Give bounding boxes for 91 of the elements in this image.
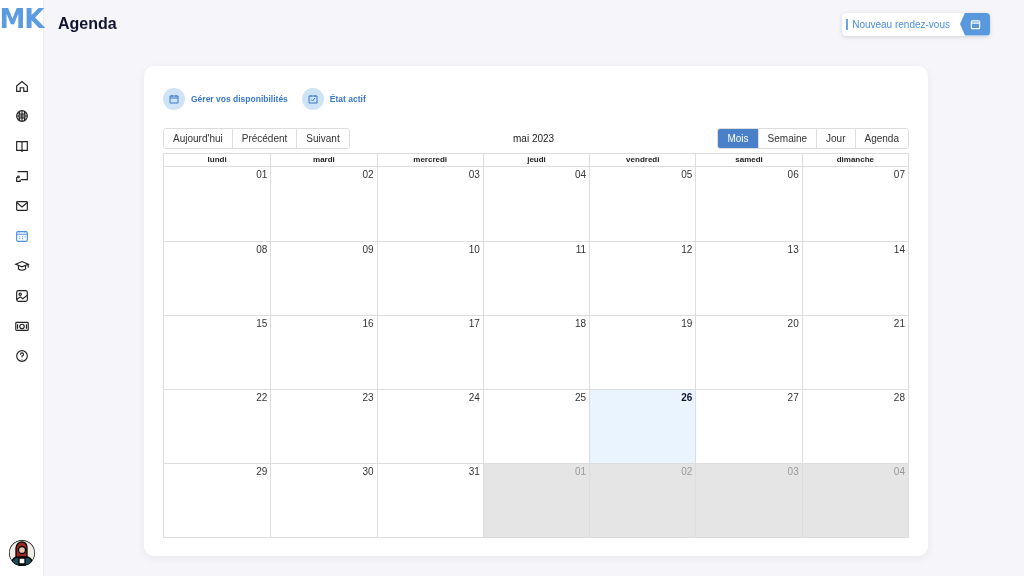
day-number: 18	[575, 318, 587, 329]
day-number: 07	[893, 169, 905, 180]
globe-icon[interactable]	[13, 108, 30, 124]
weekday-header: mardi	[270, 154, 377, 167]
day-cell[interactable]: 01	[164, 167, 271, 241]
day-number: 24	[468, 392, 480, 403]
day-cell[interactable]: 26	[589, 389, 696, 463]
new-appointment-button[interactable]: Nouveau rendez-vous	[842, 12, 990, 36]
day-cell[interactable]: 30	[270, 463, 377, 537]
action-link[interactable]: Gérer vos disponibilités	[163, 88, 288, 110]
weekday-header: vendredi	[589, 154, 696, 167]
view-tab[interactable]: Mois	[718, 128, 758, 148]
day-number: 01	[256, 169, 268, 180]
avatar[interactable]	[8, 540, 35, 566]
image-icon[interactable]	[13, 288, 30, 304]
day-number: 26	[681, 392, 693, 403]
day-cell[interactable]: 07	[801, 167, 908, 241]
day-number: 30	[362, 466, 374, 477]
day-cell[interactable]: 08	[164, 241, 271, 315]
day-number: 14	[893, 244, 905, 255]
day-cell[interactable]: 05	[589, 167, 696, 241]
help-icon[interactable]	[13, 348, 30, 364]
screen-icon[interactable]	[13, 168, 30, 184]
day-cell[interactable]: 13	[695, 241, 802, 315]
day-number: 11	[575, 244, 587, 255]
day-number: 13	[787, 244, 799, 255]
day-cell[interactable]: 16	[270, 315, 377, 389]
day-cell[interactable]: 06	[695, 167, 802, 241]
day-cell[interactable]: 21	[801, 315, 908, 389]
day-number: 23	[362, 392, 374, 403]
day-number: 06	[787, 169, 799, 180]
nav-button[interactable]: Suivant	[296, 128, 349, 148]
day-cell[interactable]: 09	[270, 241, 377, 315]
day-number: 22	[256, 392, 268, 403]
day-number: 09	[362, 244, 374, 255]
day-number: 16	[362, 318, 374, 329]
weekday-header: samedi	[695, 154, 802, 167]
weekday-header: dimanche	[801, 154, 908, 167]
day-cell[interactable]: 02	[270, 167, 377, 241]
day-cell[interactable]: 20	[695, 315, 802, 389]
day-cell[interactable]: 15	[164, 315, 271, 389]
day-number: 04	[575, 169, 587, 180]
day-number: 02	[362, 169, 374, 180]
day-number: 01	[575, 466, 587, 477]
mail-icon[interactable]	[13, 198, 30, 214]
day-cell[interactable]: 23	[270, 389, 377, 463]
day-number: 28	[893, 392, 905, 403]
home-icon[interactable]	[13, 78, 30, 94]
day-cell[interactable]: 10	[376, 241, 483, 315]
day-number: 08	[256, 244, 268, 255]
day-number: 29	[256, 466, 268, 477]
day-cell[interactable]: 11	[482, 241, 590, 315]
day-cell[interactable]: 04	[482, 167, 590, 241]
day-number: 27	[787, 392, 799, 403]
view-tab[interactable]: Agenda	[854, 128, 908, 148]
day-number: 03	[787, 466, 799, 477]
calendar-icon	[969, 18, 981, 30]
weekday-header: jeudi	[482, 154, 590, 167]
day-number: 04	[893, 466, 905, 477]
day-cell[interactable]: 03	[376, 167, 483, 241]
weekday-header: mercredi	[376, 154, 483, 167]
day-number: 17	[468, 318, 480, 329]
action-link[interactable]: État actif	[301, 88, 366, 110]
graduation-cap-icon[interactable]	[13, 258, 30, 274]
day-number: 05	[681, 169, 693, 180]
day-number: 19	[681, 318, 693, 329]
day-cell[interactable]: 18	[482, 315, 590, 389]
day-cell[interactable]: 22	[164, 389, 271, 463]
day-number: 25	[575, 392, 587, 403]
day-cell[interactable]: 24	[376, 389, 483, 463]
day-number: 10	[468, 244, 480, 255]
day-cell[interactable]: 31	[376, 463, 483, 537]
day-number: 20	[787, 318, 799, 329]
day-cell[interactable]: 29	[164, 463, 271, 537]
month-label: mai 2023	[513, 132, 555, 144]
page-title: Agenda	[58, 15, 117, 33]
day-cell[interactable]: 17	[376, 315, 483, 389]
day-number: 21	[893, 318, 905, 329]
calendar-icon	[163, 88, 185, 110]
day-number: 15	[256, 318, 268, 329]
day-cell[interactable]: 12	[589, 241, 696, 315]
calendar-icon[interactable]	[13, 228, 30, 244]
calendar-check-icon	[301, 88, 324, 110]
logo: MK	[0, 4, 44, 34]
day-number: 12	[681, 244, 693, 255]
day-number: 02	[681, 466, 693, 477]
book-icon[interactable]	[13, 138, 30, 154]
day-number: 31	[468, 466, 480, 477]
day-number: 03	[468, 169, 480, 180]
weekday-header: lundi	[164, 154, 271, 167]
day-cell[interactable]: 14	[801, 241, 908, 315]
